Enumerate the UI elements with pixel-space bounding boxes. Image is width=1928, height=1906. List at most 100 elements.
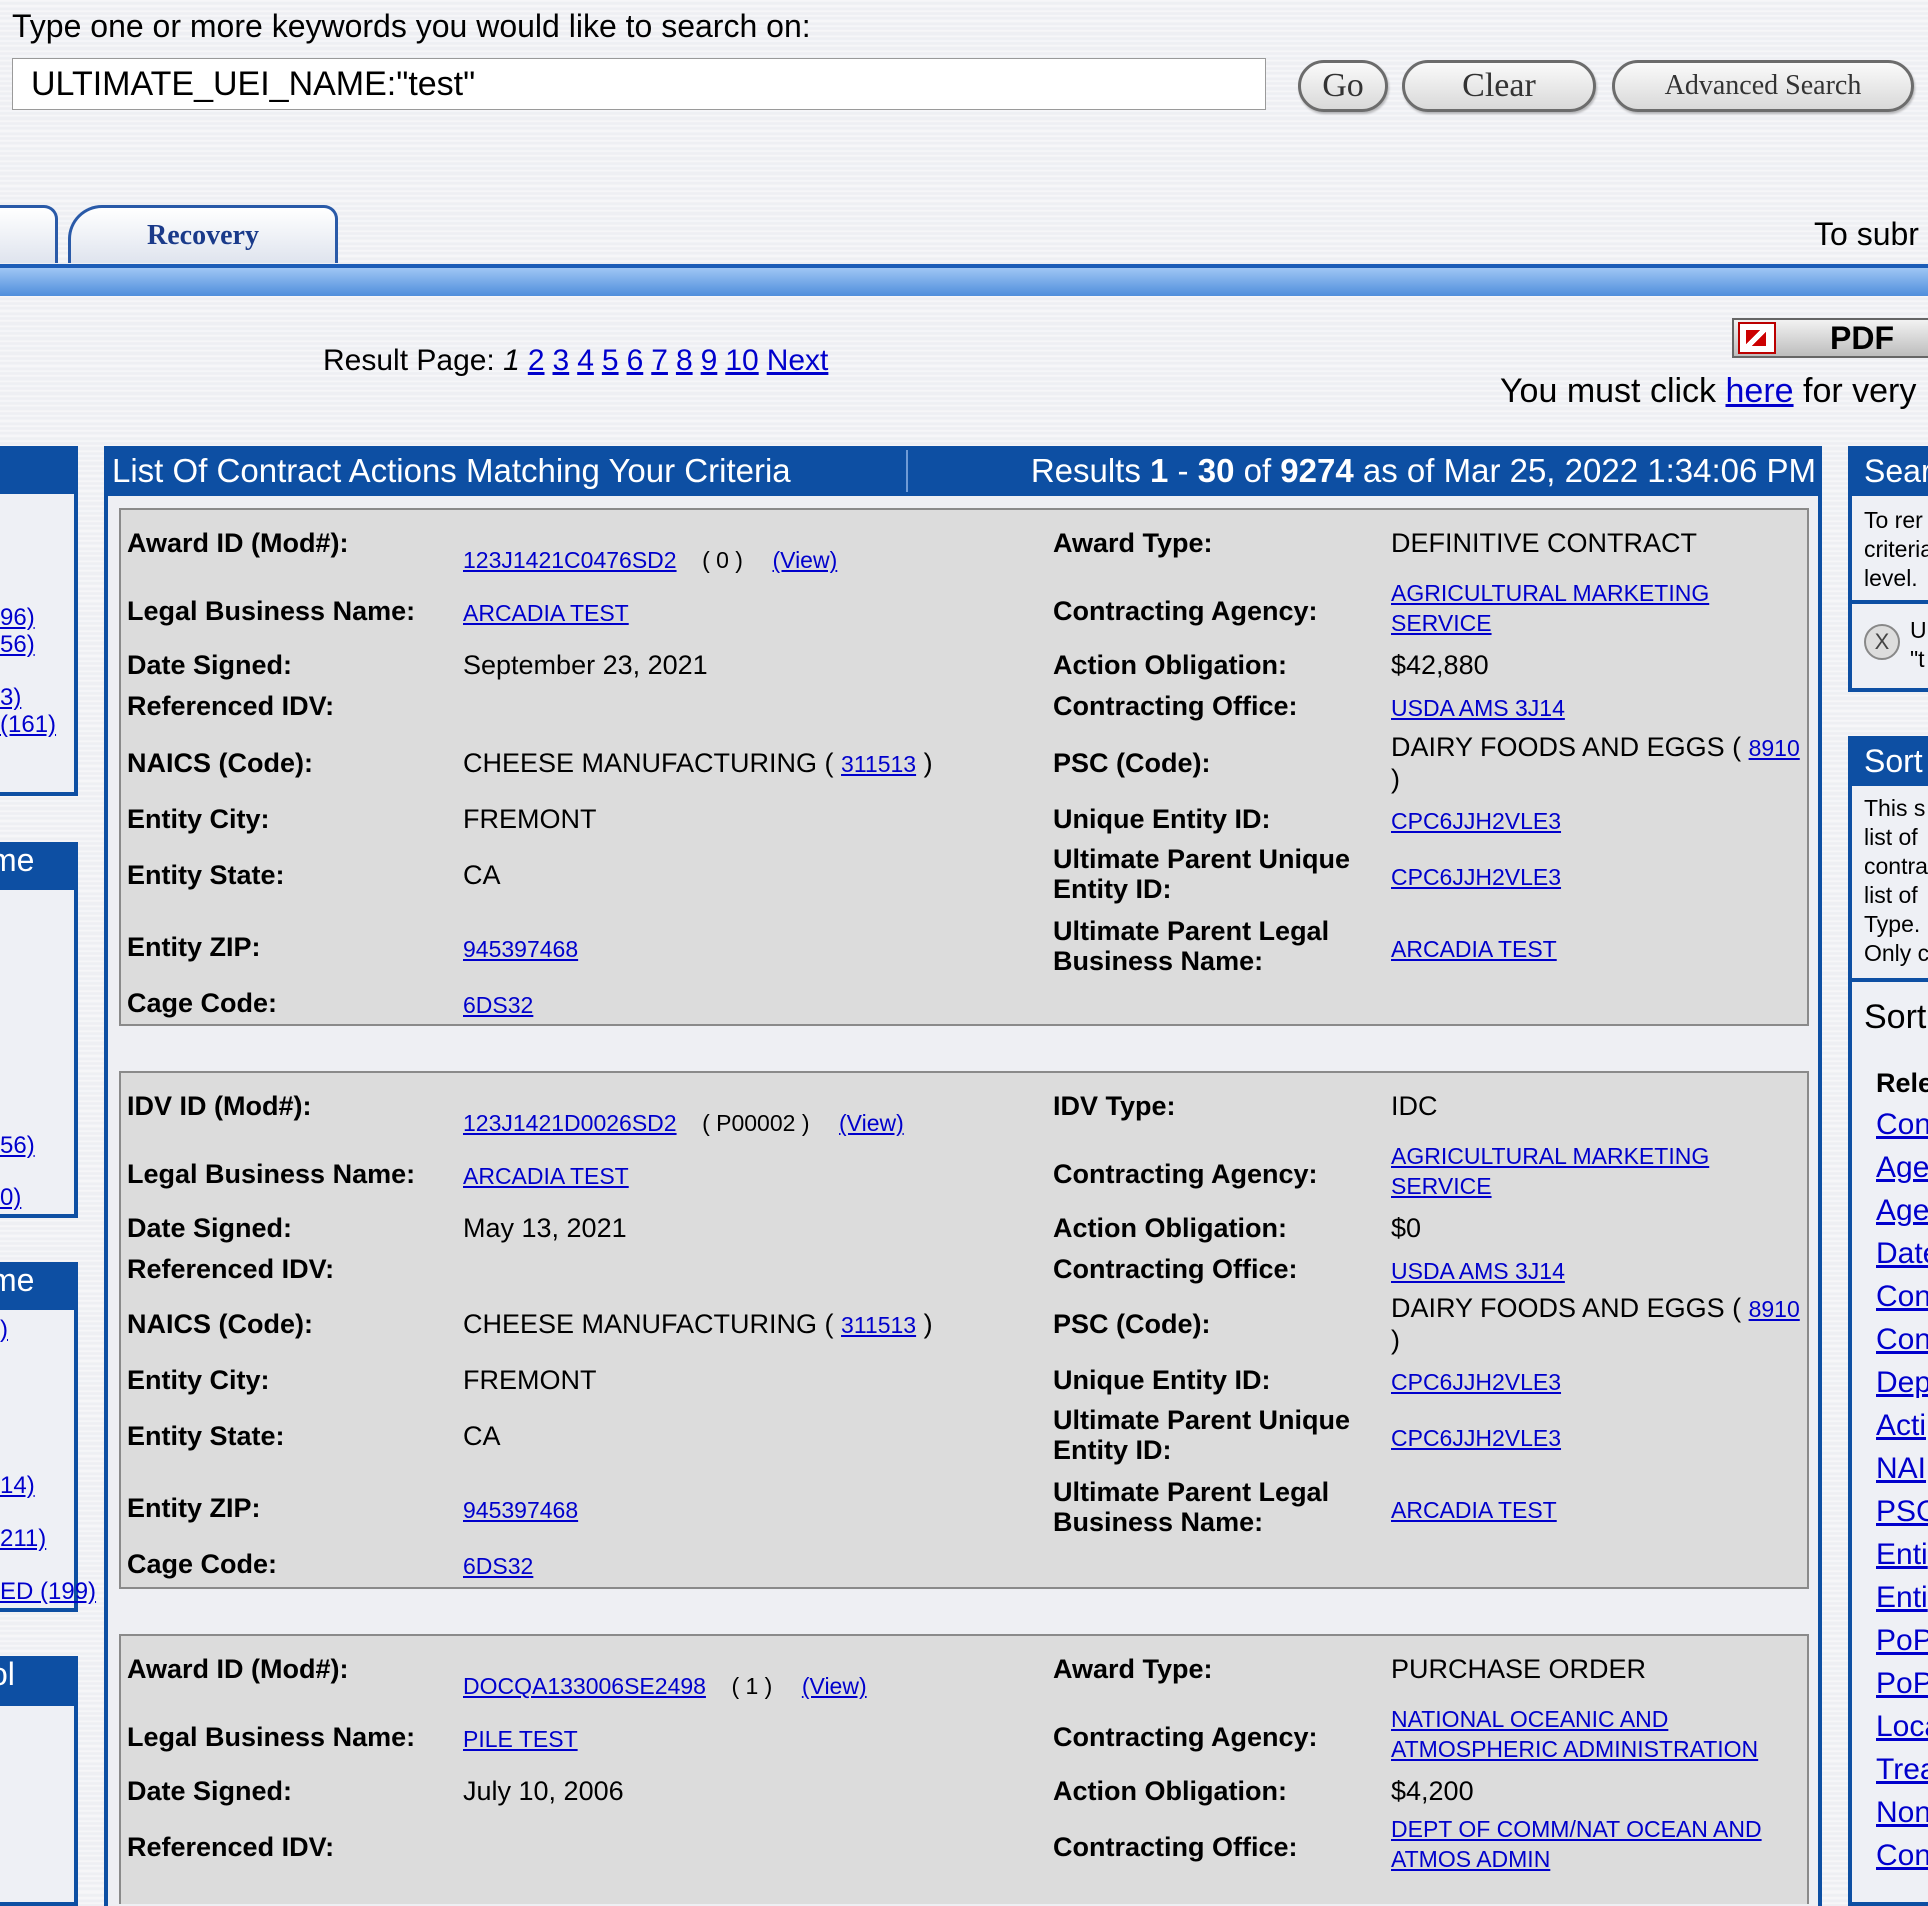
parent-uei-link[interactable]: CPC6JJH2VLE3	[1391, 1425, 1561, 1452]
naics-code-link[interactable]: 311513	[841, 1312, 916, 1338]
agency-label: Contracting Agency:	[1053, 596, 1318, 626]
sort-option-link[interactable]: Dep	[1876, 1366, 1928, 1400]
sort-option-link[interactable]: Enti	[1876, 1538, 1928, 1572]
left-facet-link[interactable]: 96)	[0, 604, 35, 632]
award-id-link[interactable]: 123J1421C0476SD2	[463, 547, 677, 573]
sort-option-link[interactable]: PSC	[1876, 1495, 1928, 1529]
sort-option-link[interactable]: Con	[1876, 1280, 1928, 1314]
left-facet-link[interactable]: ED (199)	[0, 1578, 96, 1606]
advanced-search-button[interactable]: Advanced Search	[1612, 60, 1914, 112]
current-page: 1	[503, 344, 520, 377]
sort-option-link[interactable]: Con	[1876, 1323, 1928, 1357]
page-link-10[interactable]: 10	[725, 344, 758, 377]
left-facet-link[interactable]: 3)	[0, 684, 21, 712]
legal-name-label: Legal Business Name:	[127, 1722, 416, 1752]
legal-name-link[interactable]: PILE TEST	[463, 1726, 578, 1753]
agency-link-line2[interactable]: ATMOSPHERIC ADMINISTRATION	[1391, 1736, 1758, 1763]
parent-uei-label: Ultimate Parent Unique	[1053, 1405, 1351, 1435]
parent-name-link[interactable]: ARCADIA TEST	[1391, 936, 1557, 963]
left-facet-link[interactable]: (161)	[0, 711, 56, 739]
zip-link[interactable]: 945397468	[463, 936, 578, 963]
parent-name-label-line2: Business Name:	[1053, 1507, 1264, 1537]
office-link-line2[interactable]: ATMOS ADMIN	[1391, 1846, 1550, 1873]
left-facet-link[interactable]: 211)	[0, 1525, 46, 1553]
sort-option-link[interactable]: Loca	[1876, 1710, 1928, 1744]
go-button[interactable]: Go	[1298, 60, 1388, 112]
psc-close: )	[1391, 1325, 1400, 1355]
sort-option-link[interactable]: Con	[1876, 1108, 1928, 1142]
left-facet-link[interactable]: )	[0, 1316, 8, 1344]
remove-criterion-icon[interactable]: X	[1864, 624, 1900, 660]
legal-name-link[interactable]: ARCADIA TEST	[463, 600, 629, 627]
search-input[interactable]	[12, 58, 1266, 110]
sort-option-link[interactable]: NAI	[1876, 1452, 1926, 1486]
sort-option-link[interactable]: Trea	[1876, 1753, 1928, 1787]
naics-close: )	[916, 1309, 933, 1339]
left-facet-link[interactable]: 56)	[0, 631, 35, 659]
sort-option-link[interactable]: PoP	[1876, 1667, 1928, 1701]
psc-label: PSC (Code):	[1053, 748, 1211, 778]
page-link-6[interactable]: 6	[627, 344, 644, 377]
cage-link[interactable]: 6DS32	[463, 1553, 533, 1580]
sort-subtitle: Sort	[1864, 998, 1927, 1036]
left-facet-link[interactable]: 0)	[0, 1184, 21, 1212]
tab-recovery[interactable]: Recovery	[68, 205, 338, 263]
zip-link[interactable]: 945397468	[463, 1497, 578, 1524]
left-facet-link[interactable]: 56)	[0, 1132, 35, 1160]
left-box-title: me	[0, 842, 35, 878]
sort-option-link[interactable]: Age	[1876, 1151, 1928, 1185]
page-link-9[interactable]: 9	[701, 344, 718, 377]
sort-option-link[interactable]: Non	[1876, 1796, 1928, 1830]
parent-uei-link[interactable]: CPC6JJH2VLE3	[1391, 864, 1561, 891]
pdf-button[interactable]: PDF	[1732, 318, 1928, 358]
sort-option-link[interactable]: Con	[1876, 1839, 1928, 1873]
tab-previous[interactable]	[0, 205, 58, 263]
page-link-7[interactable]: 7	[651, 344, 668, 377]
agency-link[interactable]: AGRICULTURAL MARKETING	[1391, 1143, 1709, 1170]
left-facet-link[interactable]: 14)	[0, 1472, 35, 1500]
obligation-value: $4,200	[1391, 1776, 1474, 1806]
here-link[interactable]: here	[1726, 372, 1794, 410]
agency-link[interactable]: AGRICULTURAL MARKETING	[1391, 580, 1709, 607]
obligation-label: Action Obligation:	[1053, 1776, 1287, 1806]
results-header: List Of Contract Actions Matching Your C…	[104, 446, 1822, 496]
view-link[interactable]: (View)	[772, 547, 837, 573]
naics-code-link[interactable]: 311513	[841, 751, 916, 777]
next-page-link[interactable]: Next	[767, 344, 829, 377]
legal-name-link[interactable]: ARCADIA TEST	[463, 1163, 629, 1190]
sort-divider	[1852, 978, 1928, 982]
sort-option-link[interactable]: Age	[1876, 1194, 1928, 1228]
legal-name-label: Legal Business Name:	[127, 596, 416, 626]
page-link-8[interactable]: 8	[676, 344, 693, 377]
page-link-4[interactable]: 4	[577, 344, 594, 377]
office-link[interactable]: DEPT OF COMM/NAT OCEAN AND	[1391, 1816, 1762, 1843]
agency-link-line2[interactable]: SERVICE	[1391, 1173, 1492, 1200]
idv-id-link[interactable]: 123J1421D0026SD2	[463, 1110, 677, 1136]
page-link-2[interactable]: 2	[528, 344, 545, 377]
page-link-5[interactable]: 5	[602, 344, 619, 377]
sort-option-link[interactable]: Acti	[1876, 1409, 1926, 1443]
psc-code-link[interactable]: 8910	[1749, 735, 1800, 761]
agency-link[interactable]: NATIONAL OCEANIC AND	[1391, 1706, 1668, 1733]
sort-option-link[interactable]: Enti	[1876, 1581, 1928, 1615]
parent-name-link[interactable]: ARCADIA TEST	[1391, 1497, 1557, 1524]
uei-link[interactable]: CPC6JJH2VLE3	[1391, 808, 1561, 835]
cage-link[interactable]: 6DS32	[463, 992, 533, 1019]
agency-link-line2[interactable]: SERVICE	[1391, 610, 1492, 637]
psc-code-link[interactable]: 8910	[1749, 1296, 1800, 1322]
award-id-link[interactable]: DOCQA133006SE2498	[463, 1673, 706, 1699]
idv-id-label: IDV ID (Mod#):	[127, 1091, 312, 1121]
sort-option-link[interactable]: Date	[1876, 1237, 1928, 1271]
clear-button[interactable]: Clear	[1402, 60, 1596, 112]
office-link[interactable]: USDA AMS 3J14	[1391, 695, 1565, 722]
page-link-3[interactable]: 3	[553, 344, 570, 377]
view-link[interactable]: (View)	[802, 1673, 867, 1699]
office-link[interactable]: USDA AMS 3J14	[1391, 1258, 1565, 1285]
tab-bar	[0, 264, 1928, 296]
view-link[interactable]: (View)	[839, 1110, 904, 1136]
sort-option-link[interactable]: PoP	[1876, 1624, 1928, 1658]
parent-uei-label: Ultimate Parent Unique	[1053, 844, 1351, 874]
uei-link[interactable]: CPC6JJH2VLE3	[1391, 1369, 1561, 1396]
uei-label: Unique Entity ID:	[1053, 804, 1271, 834]
award-id-label: Award ID (Mod#):	[127, 1654, 349, 1684]
